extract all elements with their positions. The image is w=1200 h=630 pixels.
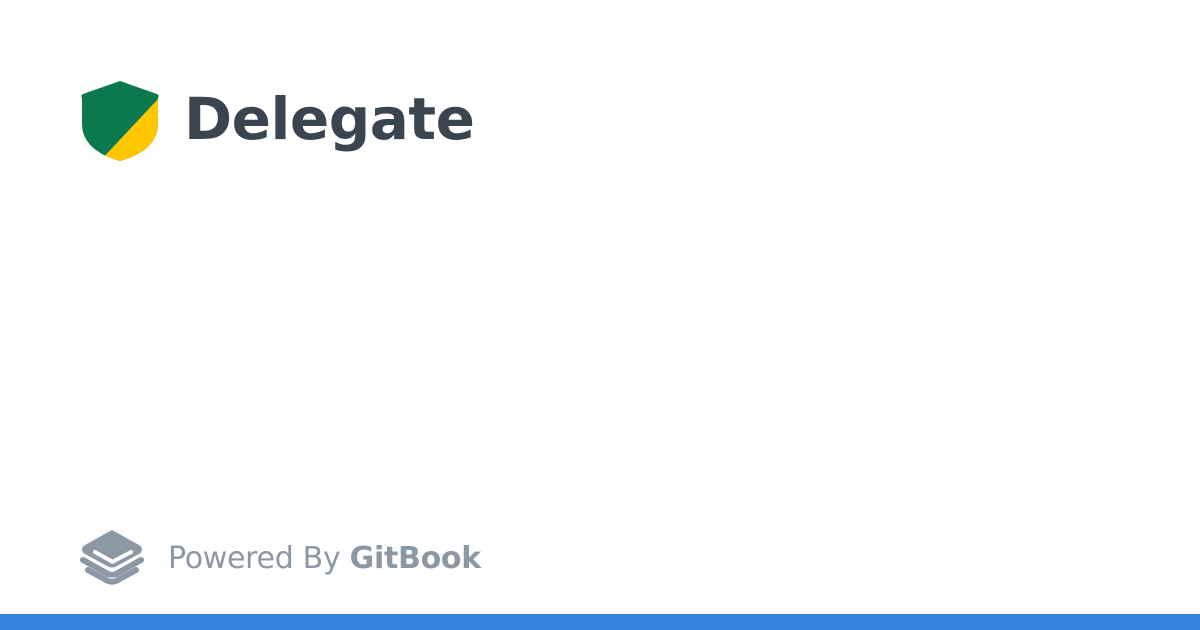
bottom-accent-bar xyxy=(0,614,1200,630)
powered-by-prefix: Powered By xyxy=(168,541,341,576)
powered-by-label: Powered By GitBook xyxy=(168,544,481,574)
powered-by-gitbook[interactable]: Powered By GitBook xyxy=(80,528,481,588)
page-title: Delegate xyxy=(184,85,475,153)
brand-header: Delegate xyxy=(81,80,475,162)
gitbook-icon xyxy=(80,530,144,585)
share-card: Delegate Powered By GitBook xyxy=(0,0,1200,630)
gitbook-wordmark: GitBook xyxy=(349,541,481,576)
shield-logo-icon xyxy=(81,81,159,161)
